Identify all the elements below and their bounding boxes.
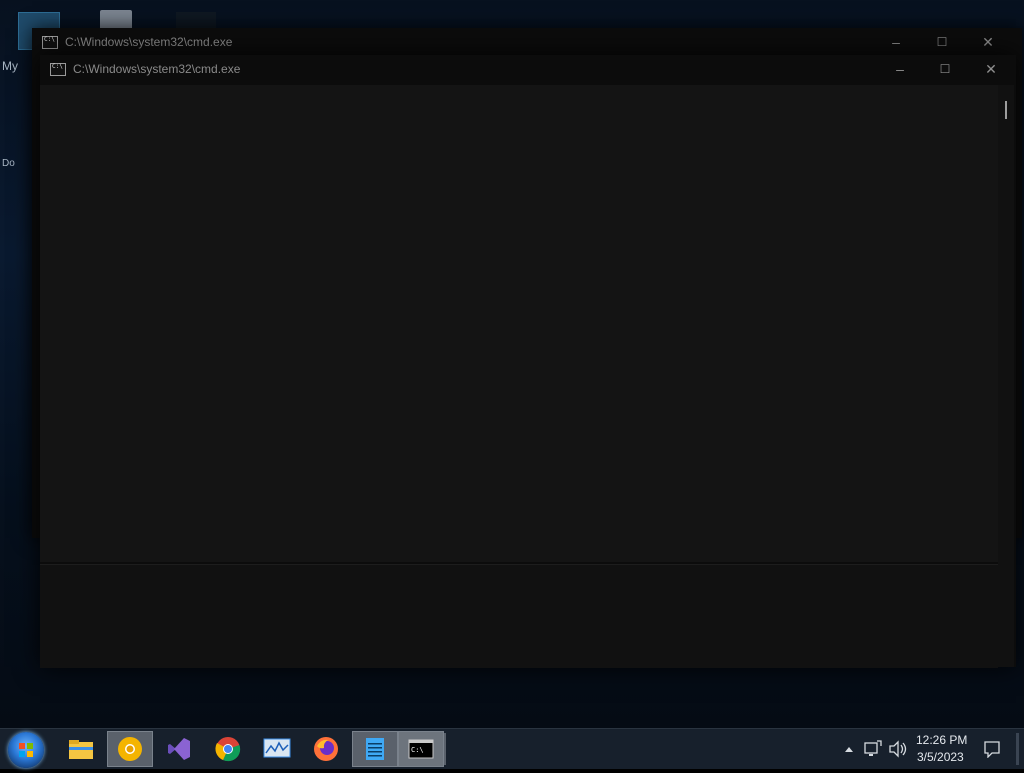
scrollbar-thumb[interactable] [1005, 101, 1007, 119]
clock-date[interactable]: 3/5/2023 [917, 750, 964, 764]
cmd-icon: C:\ [408, 739, 434, 759]
desktop-icon[interactable] [100, 10, 132, 30]
chrome-icon [215, 737, 241, 762]
maximize-button[interactable]: ☐ [922, 55, 968, 83]
taskbar-notepad[interactable] [352, 731, 398, 767]
window-title: C:\Windows\system32\cmd.exe [73, 62, 241, 76]
clock-time[interactable]: 12:26 PM [916, 733, 967, 747]
visual-studio-icon [168, 738, 190, 760]
monitor-icon [263, 738, 291, 758]
taskbar-firefox[interactable] [303, 731, 349, 767]
vertical-scrollbar[interactable] [998, 85, 1014, 667]
network-icon[interactable] [864, 740, 882, 758]
cmd-icon [42, 35, 58, 49]
window-title: C:\Windows\system32\cmd.exe [65, 35, 233, 49]
cmd-icon [50, 62, 66, 76]
action-center-icon[interactable] [983, 740, 1001, 758]
desktop-icon-label: My [2, 59, 18, 73]
close-button[interactable]: ✕ [968, 55, 1014, 83]
canary-icon [118, 737, 142, 761]
notepad-icon [366, 738, 384, 760]
desktop: My M ( C Do C:\Windows\system32\cmd.exe … [0, 0, 1024, 728]
start-button[interactable] [8, 732, 44, 768]
minimize-button[interactable]: – [873, 28, 919, 56]
svg-text:C:\: C:\ [411, 746, 424, 754]
taskbar-chrome[interactable] [205, 731, 251, 767]
console-lower-area[interactable] [40, 564, 998, 668]
close-button[interactable]: ✕ [965, 28, 1011, 56]
taskbar: C:\ 12:26 PM 3/5/2023 [0, 728, 1024, 769]
console-output[interactable] [40, 85, 998, 562]
taskbar-cmd[interactable]: C:\ [398, 731, 444, 767]
taskbar-visual-studio[interactable] [156, 731, 202, 767]
cmd-window-front[interactable]: C:\Windows\system32\cmd.exe – ☐ ✕ [40, 55, 1016, 668]
taskbar-file-explorer[interactable] [58, 731, 104, 767]
window-titlebar[interactable]: C:\Windows\system32\cmd.exe – ☐ ✕ [32, 28, 1022, 56]
window-titlebar[interactable]: C:\Windows\system32\cmd.exe – ☐ ✕ [40, 55, 1016, 83]
windows-logo-icon [19, 743, 33, 757]
taskbar-divider [444, 733, 446, 765]
maximize-button[interactable]: ☐ [919, 28, 965, 56]
taskbar-resource-monitor[interactable] [254, 731, 300, 767]
show-hidden-icons-icon[interactable] [844, 745, 854, 753]
folder-icon [69, 740, 93, 759]
taskbar-chrome-canary[interactable] [107, 731, 153, 767]
volume-icon[interactable] [888, 740, 908, 758]
desktop-icon-label: Do [2, 158, 15, 169]
show-desktop-button[interactable] [1016, 733, 1019, 765]
minimize-button[interactable]: – [877, 55, 923, 83]
firefox-icon [314, 737, 338, 761]
